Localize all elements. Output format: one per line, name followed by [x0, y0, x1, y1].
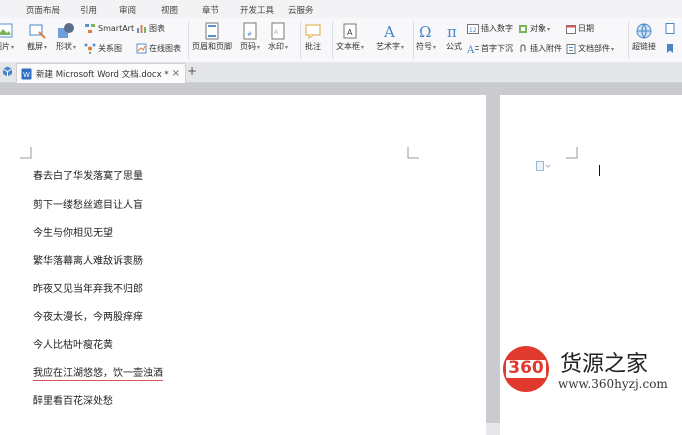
document-page-1[interactable]: 春去白了华发落寞了思量 剪下一缕愁丝遮目让人盲 今生与你相见无望 繁华落幕离人难…	[0, 95, 486, 435]
watermark-button[interactable]: A 水印▾	[268, 22, 288, 52]
object-button[interactable]: 对象▾	[518, 23, 550, 34]
online-chart-button[interactable]: 在线图表	[136, 43, 181, 54]
360-logo-text: 360	[508, 358, 544, 378]
text-line-spellcheck[interactable]: 我应在江湖悠悠，饮一壶浊酒	[33, 364, 163, 381]
svg-text:A: A	[467, 45, 475, 54]
comment-button[interactable]: 批注	[305, 22, 321, 52]
word-doc-icon: W	[21, 68, 32, 79]
smartart-icon	[85, 24, 95, 33]
screenshot-button[interactable]: 截屏▾	[27, 22, 47, 52]
ribbon-separator	[332, 21, 333, 59]
drop-cap-icon: A	[467, 45, 479, 54]
bar-chart-icon	[137, 25, 146, 33]
close-tab-icon[interactable]: ×	[172, 68, 180, 79]
insert-number-button[interactable]: 12 插入数字	[467, 23, 513, 34]
document-tab[interactable]: W 新建 Microsoft Word 文档.docx * ×	[16, 63, 186, 83]
wordart-button[interactable]: A 艺术字▾	[376, 22, 404, 52]
svg-text:A: A	[383, 23, 395, 40]
globe-link-icon	[636, 23, 652, 40]
number-icon: 12	[467, 23, 479, 34]
shape-button[interactable]: 形状▾	[56, 22, 76, 52]
menu-developer[interactable]: 开发工具	[240, 4, 274, 16]
ribbon-separator	[188, 21, 189, 59]
hyperlink-button[interactable]: 超链接	[632, 22, 656, 52]
insert-attachment-button[interactable]: 插入附件	[518, 43, 562, 54]
ribbon-separator	[628, 21, 629, 59]
ribbon-overflow-icon-2[interactable]	[664, 43, 676, 54]
ribbon-separator	[413, 21, 414, 59]
text-line[interactable]: 醉里看百花深处愁	[33, 392, 113, 407]
formula-button[interactable]: π 公式	[446, 22, 462, 52]
doc-icon	[665, 23, 675, 34]
header-footer-icon	[205, 22, 219, 40]
paperclip-icon	[520, 43, 526, 52]
document-tab-bar: W 新建 Microsoft Word 文档.docx * × +	[0, 62, 682, 83]
textbox-button[interactable]: A 文本框▾	[336, 22, 364, 52]
comment-icon	[305, 24, 321, 39]
text-line[interactable]: 繁华落幕离人难敌诉衷肠	[33, 252, 143, 267]
drop-cap-button[interactable]: A 首字下沉	[467, 43, 513, 54]
pi-icon: π	[447, 23, 457, 40]
chart-button[interactable]: 图表	[136, 23, 165, 34]
margin-corner-mark	[566, 147, 578, 159]
menu-bar: 页面布局 引用 审阅 视图 章节 开发工具 云服务	[0, 0, 682, 19]
smartart-button[interactable]: SmartArt	[84, 23, 134, 34]
picture-icon	[0, 23, 13, 38]
cube-icon	[2, 66, 13, 77]
svg-text:Ω: Ω	[419, 23, 431, 40]
margin-corner-mark	[407, 147, 419, 159]
text-line[interactable]: 今夜太漫长，今两股痒痒	[33, 308, 143, 323]
text-line[interactable]: 今人比枯叶瘦花黄	[33, 336, 113, 351]
relation-icon	[84, 43, 96, 54]
header-footer-button[interactable]: 页眉和页脚	[192, 22, 232, 52]
bookmark-icon	[667, 44, 673, 53]
paragraph-marker-icon	[536, 161, 550, 171]
symbol-button[interactable]: Ω 符号▾	[416, 22, 436, 52]
menu-view[interactable]: 视图	[161, 4, 178, 16]
wordart-icon: A	[383, 23, 395, 40]
ribbon-separator	[300, 21, 301, 59]
calendar-icon	[566, 24, 576, 34]
online-chart-icon	[136, 43, 147, 54]
svg-text:W: W	[23, 71, 30, 79]
text-line[interactable]: 春去白了华发落寞了思量	[33, 167, 143, 182]
textbox-icon: A	[343, 23, 357, 39]
svg-text:12: 12	[469, 27, 477, 34]
doc-part-button[interactable]: 文档部件▾	[566, 43, 614, 54]
text-cursor	[599, 165, 600, 176]
ribbon-toolbar: 图片▾ 截屏▾ 形状▾ SmartArt 图表 关系图 在线图表 页眉和页脚 #…	[0, 18, 682, 63]
page-number-icon: #	[243, 22, 257, 40]
text-line[interactable]: 昨夜又见当年弃我不归郎	[33, 280, 143, 295]
menu-references[interactable]: 引用	[80, 4, 97, 16]
shape-icon	[58, 23, 74, 38]
picture-button[interactable]: 图片▾	[0, 22, 14, 52]
relation-chart-button[interactable]: 关系图	[84, 43, 122, 54]
menu-section[interactable]: 章节	[202, 4, 219, 16]
svg-text:#: #	[247, 31, 252, 38]
doc-part-icon	[566, 43, 576, 54]
menu-page-layout[interactable]: 页面布局	[26, 4, 60, 16]
svg-text:A: A	[347, 28, 353, 37]
menu-review[interactable]: 审阅	[119, 4, 136, 16]
omega-icon: Ω	[419, 23, 431, 40]
watermark-icon: A	[271, 22, 285, 40]
ribbon-overflow-icon[interactable]	[664, 23, 676, 34]
margin-corner-mark	[20, 147, 32, 159]
object-icon	[519, 24, 527, 33]
text-line[interactable]: 今生与你相见无望	[33, 224, 113, 239]
menu-cloud[interactable]: 云服务	[288, 4, 314, 16]
date-button[interactable]: 日期	[566, 23, 594, 34]
text-line[interactable]: 剪下一缕愁丝遮目让人盲	[33, 196, 143, 211]
new-tab-icon[interactable]: +	[187, 64, 197, 78]
watermark-url: www.360hyzj.com	[558, 377, 668, 391]
screenshot-icon	[29, 24, 46, 39]
watermark-brand-name: 货源之家	[560, 352, 649, 377]
document-tab-title: 新建 Microsoft Word 文档.docx *	[36, 69, 169, 80]
site-watermark: 360 货源之家 www.360hyzj.com	[502, 345, 682, 395]
svg-text:π: π	[447, 23, 457, 40]
page-number-button[interactable]: # 页码▾	[240, 22, 260, 52]
